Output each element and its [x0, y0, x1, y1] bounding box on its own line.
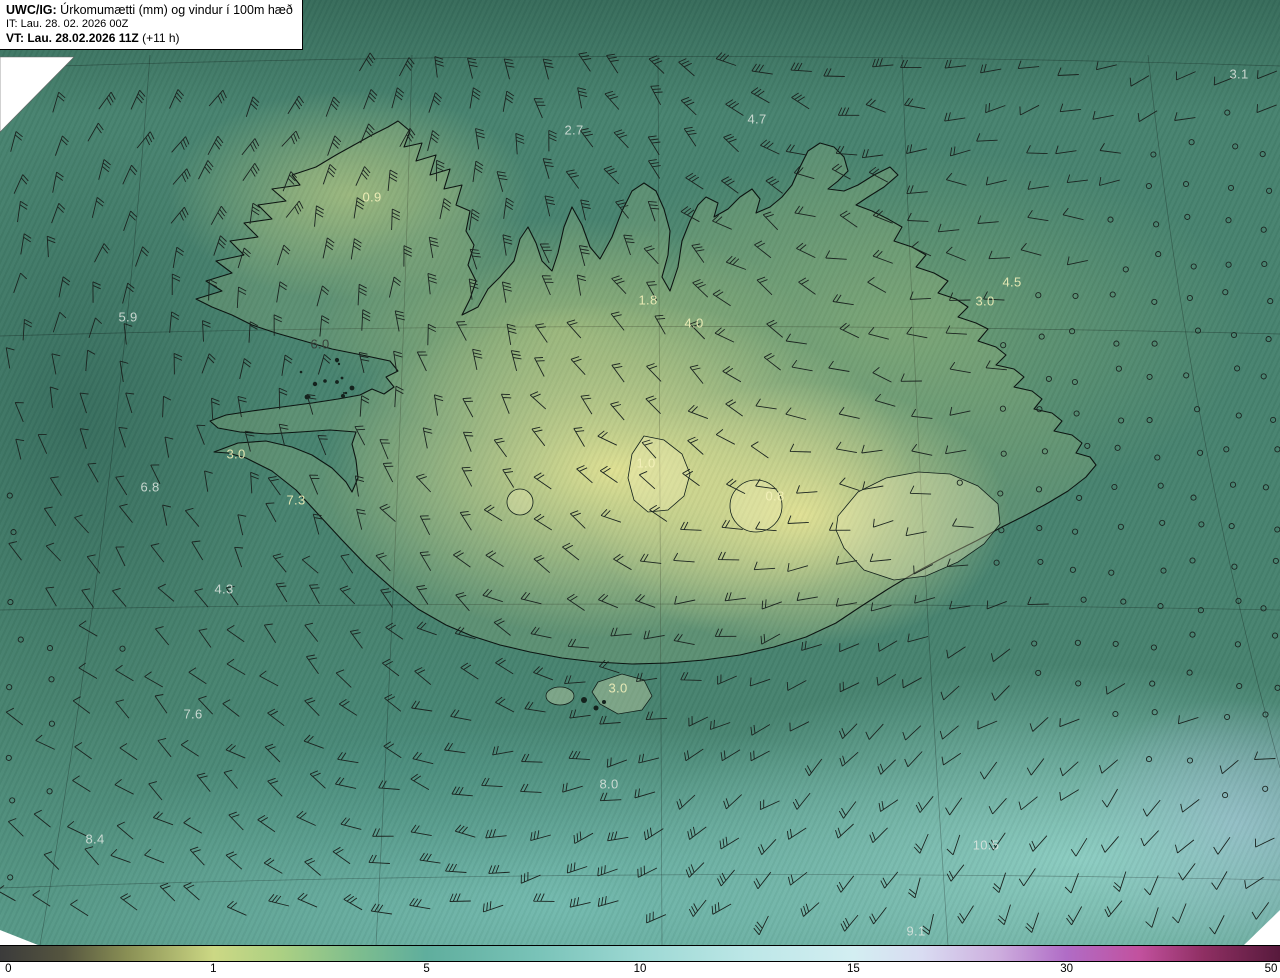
colorbar-tick-label: 1: [210, 963, 216, 975]
colorbar-tick-label: 50: [1265, 963, 1278, 975]
colorbar: 01510153050: [0, 945, 1280, 978]
init-time: IT: Lau. 28. 02. 2026 00Z: [6, 18, 293, 30]
colorbar-gradient: [0, 945, 1280, 962]
weather-map-stage: 0.92.74.73.15.96.01.84.04.53.03.06.87.31…: [0, 0, 1280, 978]
colorbar-tick-label: 15: [847, 963, 860, 975]
map-title: UWC/IG: Úrkomumætti (mm) og vindur í 100…: [6, 3, 293, 17]
colorbar-tick-label: 0: [5, 963, 11, 975]
colorbar-tick-label: 10: [634, 963, 647, 975]
valid-time: VT: Lau. 28.02.2026 11Z: [6, 31, 139, 45]
valid-time-row: VT: Lau. 28.02.2026 11Z (+11 h): [6, 31, 293, 45]
iceland-coastline: [196, 121, 1096, 664]
forecast-lead: (+11 h): [139, 31, 180, 45]
map-overlay: [0, 0, 1280, 945]
model-name: UWC/IG:: [6, 3, 57, 17]
colorbar-ticks: 01510153050: [0, 963, 1280, 978]
title-box: UWC/IG: Úrkomumætti (mm) og vindur í 100…: [0, 0, 303, 50]
colorbar-tick-label: 5: [423, 963, 429, 975]
colorbar-tick-label: 30: [1060, 963, 1073, 975]
product-title: Úrkomumætti (mm) og vindur í 100m hæð: [57, 3, 293, 17]
